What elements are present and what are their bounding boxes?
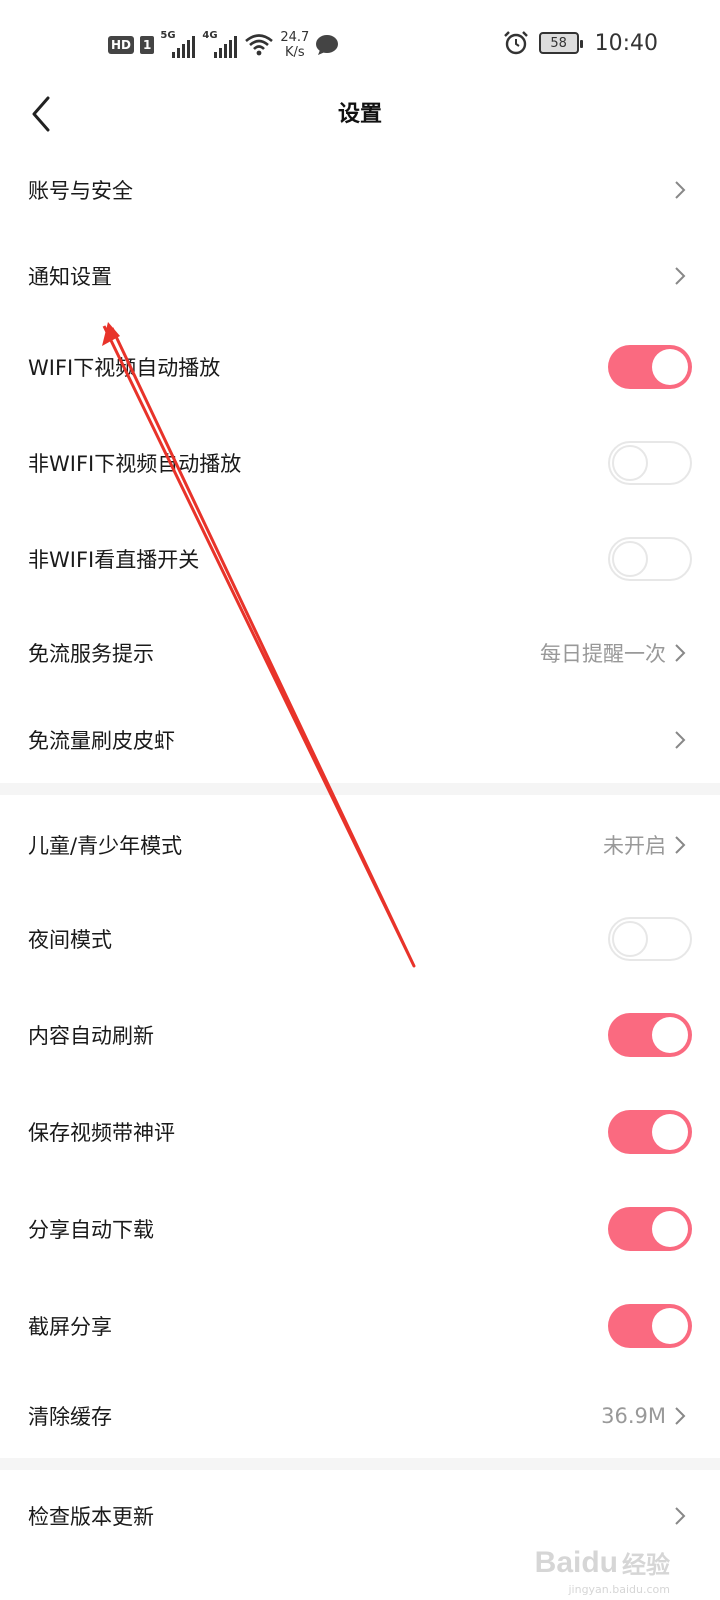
setting-notifications[interactable]: 通知设置: [0, 234, 720, 318]
network-speed: 24.7 K/s: [280, 30, 309, 60]
setting-clear-cache[interactable]: 清除缓存 36.9M: [0, 1374, 720, 1458]
toggle-knob: [652, 1211, 688, 1247]
hd-icon: HD: [108, 36, 135, 54]
setting-auto-refresh: 内容自动刷新: [0, 988, 720, 1082]
sim-icon: 1: [140, 36, 155, 54]
setting-label: 分享自动下载: [28, 1218, 154, 1242]
setting-label: 截屏分享: [28, 1315, 112, 1339]
section-divider: [0, 783, 720, 795]
section-divider: [0, 1458, 720, 1470]
setting-value: 未开启: [603, 834, 666, 858]
setting-nonwifi-live: 非WIFI看直播开关: [0, 512, 720, 606]
chevron-right-icon: [675, 644, 686, 662]
setting-free-flow[interactable]: 免流量刷皮皮虾: [0, 698, 720, 782]
setting-share-download: 分享自动下载: [0, 1182, 720, 1276]
watermark-logo: Baidu: [534, 1546, 618, 1579]
watermark-url: jingyan.baidu.com: [568, 1583, 670, 1596]
toggle-knob: [612, 445, 648, 481]
share-download-toggle[interactable]: [608, 1207, 692, 1251]
setting-label: 非WIFI下视频自动播放: [28, 452, 242, 476]
chevron-right-icon: [675, 267, 686, 285]
setting-night-mode: 夜间模式: [0, 892, 720, 986]
speed-unit: K/s: [285, 45, 305, 60]
setting-free-flow-tip[interactable]: 免流服务提示 每日提醒一次: [0, 610, 720, 696]
toggle-knob: [652, 349, 688, 385]
toggle-knob: [652, 1308, 688, 1344]
setting-label: 非WIFI看直播开关: [28, 548, 200, 572]
signal-4g-icon: 4G: [202, 30, 238, 58]
nonwifi-live-toggle[interactable]: [608, 537, 692, 581]
setting-label: 检查版本更新: [28, 1505, 154, 1529]
message-icon: [316, 35, 339, 55]
setting-label: 儿童/青少年模式: [28, 834, 183, 858]
speed-value: 24.7: [280, 30, 310, 45]
chevron-right-icon: [675, 1407, 686, 1425]
setting-label: 免流量刷皮皮虾: [28, 729, 175, 753]
setting-label: 内容自动刷新: [28, 1024, 154, 1048]
status-bar: HD 1 5G 4G 24.7 K/s 58 10:40: [0, 0, 720, 90]
setting-label: 清除缓存: [28, 1405, 112, 1429]
setting-value: 每日提醒一次: [540, 642, 666, 666]
wifi-icon: [245, 34, 274, 56]
setting-save-comment: 保存视频带神评: [0, 1085, 720, 1179]
toggle-knob: [612, 541, 648, 577]
toggle-knob: [612, 921, 648, 957]
save-comment-toggle[interactable]: [608, 1110, 692, 1154]
clock: 10:40: [594, 30, 658, 56]
nonwifi-autoplay-toggle[interactable]: [608, 441, 692, 485]
night-mode-toggle[interactable]: [608, 917, 692, 961]
status-left: HD 1 5G 4G 24.7 K/s: [108, 28, 339, 62]
chevron-right-icon: [675, 836, 686, 854]
battery-icon: 58: [538, 32, 583, 54]
setting-label: 免流服务提示: [28, 642, 154, 666]
setting-label: WIFI下视频自动播放: [28, 356, 221, 380]
signal-5g-icon: 5G: [160, 30, 196, 58]
auto-refresh-toggle[interactable]: [608, 1013, 692, 1057]
watermark-text: 经验: [622, 1551, 670, 1579]
setting-label: 通知设置: [28, 265, 112, 289]
setting-value: 36.9M: [601, 1404, 666, 1428]
header: 设置: [0, 90, 720, 146]
setting-screenshot-share: 截屏分享: [0, 1279, 720, 1373]
chevron-right-icon: [675, 1507, 686, 1525]
setting-account-security[interactable]: 账号与安全: [0, 148, 720, 232]
chevron-right-icon: [675, 181, 686, 199]
chevron-right-icon: [675, 731, 686, 749]
setting-label: 账号与安全: [28, 179, 133, 203]
status-right: 58 10:40: [503, 30, 658, 56]
setting-label: 保存视频带神评: [28, 1121, 175, 1145]
baidu-jingyan-watermark: Baidu 经验 jingyan.baidu.com: [534, 1545, 670, 1596]
toggle-knob: [652, 1114, 688, 1150]
setting-wifi-autoplay: WIFI下视频自动播放: [0, 320, 720, 414]
setting-kids-mode[interactable]: 儿童/青少年模式 未开启: [0, 800, 720, 890]
setting-nonwifi-autoplay: 非WIFI下视频自动播放: [0, 416, 720, 510]
setting-label: 夜间模式: [28, 928, 112, 952]
alarm-icon: [503, 31, 528, 55]
toggle-knob: [652, 1017, 688, 1053]
wifi-autoplay-toggle[interactable]: [608, 345, 692, 389]
screenshot-share-toggle[interactable]: [608, 1304, 692, 1348]
page-title: 设置: [337, 102, 382, 127]
